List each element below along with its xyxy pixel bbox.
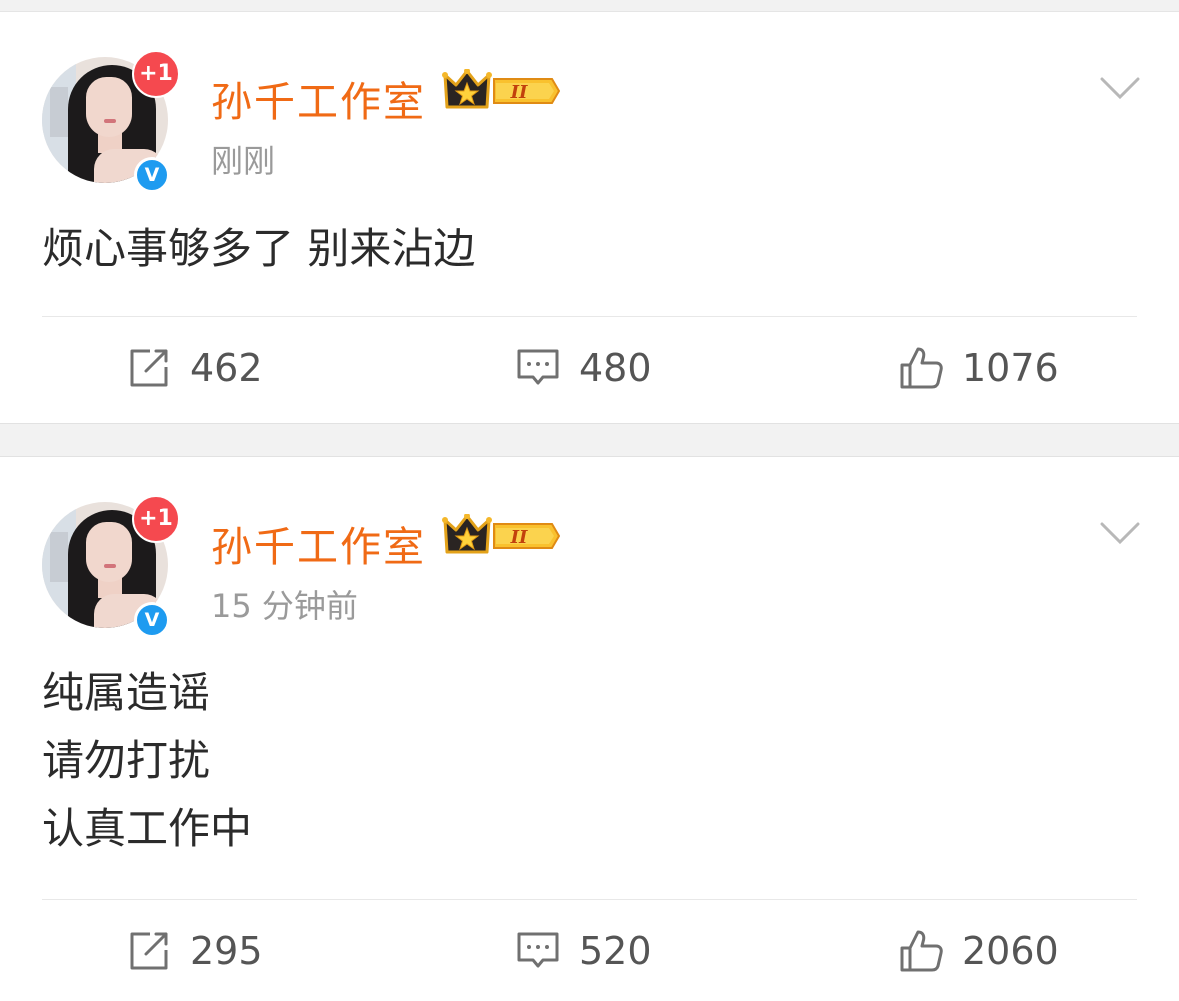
comment-icon (517, 349, 559, 385)
repost-button[interactable]: 462 (126, 343, 263, 393)
weibo-post-card[interactable]: +1 V 孙千工作室 II 15 分钟前 纯属造谣 请勿打扰 认真工作中 295 (0, 456, 1179, 1001)
like-count: 2060 (962, 929, 1059, 973)
author-name[interactable]: 孙千工作室 (211, 513, 426, 573)
notification-badge[interactable]: +1 (132, 50, 180, 98)
repost-icon (130, 932, 168, 970)
avatar-lips (104, 564, 116, 568)
post-content: 纯属造谣 请勿打扰 认真工作中 (42, 659, 252, 863)
repost-button[interactable]: 295 (126, 926, 263, 976)
avatar-background-detail (50, 87, 68, 137)
like-button[interactable]: 1076 (898, 343, 1059, 393)
repost-count: 295 (190, 929, 263, 973)
divider (42, 899, 1137, 900)
chevron-down-icon[interactable] (1100, 520, 1140, 546)
member-level-text: II (510, 527, 528, 548)
avatar-face (86, 77, 132, 137)
divider (42, 316, 1137, 317)
post-content-line: 请勿打扰 (42, 736, 211, 785)
author-name[interactable]: 孙千工作室 (211, 68, 426, 128)
feed-top-separator (0, 0, 1179, 12)
avatar-container[interactable]: +1 V (42, 50, 180, 193)
post-content-line: 认真工作中 (42, 804, 253, 853)
member-level-text: II (510, 82, 528, 103)
verified-badge: V (134, 157, 170, 193)
post-content: 烦心事够多了 别来沾边 (42, 215, 475, 283)
comment-button[interactable]: 520 (515, 926, 652, 976)
comment-count: 480 (579, 346, 652, 390)
thumbs-up-icon (900, 930, 943, 972)
avatar-lips (104, 119, 116, 123)
chevron-down-icon[interactable] (1100, 75, 1140, 101)
post-time: 刚刚 (211, 142, 276, 180)
comment-count: 520 (579, 929, 652, 973)
member-crown-icon[interactable]: II (442, 514, 560, 558)
member-crown-icon[interactable]: II (442, 69, 560, 113)
like-button[interactable]: 2060 (898, 926, 1059, 976)
comment-button[interactable]: 480 (515, 343, 652, 393)
verified-badge: V (134, 602, 170, 638)
comment-icon (517, 932, 559, 968)
weibo-post-card[interactable]: +1 V 孙千工作室 II 刚刚 烦心事够多了 别来沾边 462 480 107… (0, 12, 1179, 424)
post-content-line: 烦心事够多了 别来沾边 (42, 224, 476, 273)
repost-icon (130, 349, 168, 387)
repost-count: 462 (190, 346, 263, 390)
thumbs-up-icon (900, 347, 943, 389)
post-time: 15 分钟前 (211, 587, 358, 625)
post-content-line: 纯属造谣 (42, 668, 211, 717)
avatar-container[interactable]: +1 V (42, 495, 180, 638)
like-count: 1076 (962, 346, 1059, 390)
avatar-background-detail (50, 532, 68, 582)
notification-badge[interactable]: +1 (132, 495, 180, 543)
avatar-face (86, 522, 132, 582)
